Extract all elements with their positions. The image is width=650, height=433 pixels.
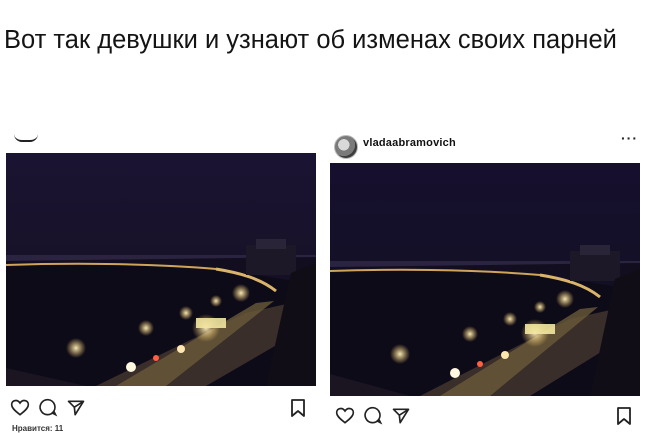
- post-actions: [335, 406, 411, 426]
- night-city-photo[interactable]: [6, 153, 316, 386]
- share-icon[interactable]: [391, 406, 411, 426]
- post-title: Вот так девушки и узнают об изменах свои…: [4, 26, 617, 54]
- instagram-post-right: vladaabramovich ···: [326, 126, 650, 433]
- username[interactable]: vladaabramovich: [363, 137, 456, 149]
- night-city-photo[interactable]: [330, 163, 640, 396]
- more-icon[interactable]: ···: [621, 130, 638, 146]
- heart-icon[interactable]: [335, 406, 355, 426]
- avatar[interactable]: [334, 135, 358, 159]
- bookmark-icon[interactable]: [290, 399, 306, 417]
- avatar[interactable]: [14, 134, 38, 142]
- heart-icon[interactable]: [10, 398, 30, 418]
- instagram-post-left: Нравится: 11: [0, 126, 322, 433]
- likes-count: Нравится: 11: [12, 424, 64, 433]
- comment-icon[interactable]: [363, 406, 383, 426]
- bookmark-icon[interactable]: [616, 407, 632, 425]
- comment-icon[interactable]: [38, 398, 58, 418]
- share-icon[interactable]: [66, 398, 86, 418]
- post-actions: [10, 398, 86, 418]
